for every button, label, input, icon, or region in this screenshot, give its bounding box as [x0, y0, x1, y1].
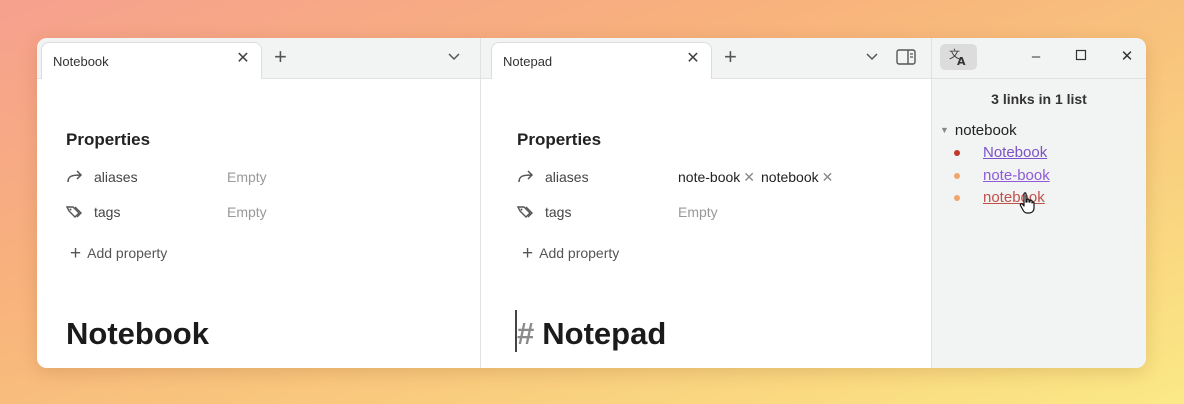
left-note-content: Properties aliases Empty tags Empty + Add… [37, 79, 480, 368]
properties-heading: Properties [66, 130, 151, 149]
plus-icon: + [70, 243, 82, 264]
links-count: 3 links in 1 list [991, 91, 1087, 107]
property-name: tags [94, 204, 121, 220]
property-name: tags [545, 204, 572, 220]
sidebar-top-bar: 文 A – ✕ [932, 38, 1146, 79]
close-icon[interactable]: ✕ [822, 169, 834, 185]
alias-chip-label: note-book [678, 169, 741, 185]
app-window: Notebook ✕ + Properties aliases Empty ta… [37, 38, 1146, 368]
add-property-label: Add property [539, 245, 620, 261]
bullet-dot [954, 150, 960, 156]
translate-icon: 文 A [949, 47, 966, 68]
close-icon[interactable]: ✕ [743, 169, 755, 185]
property-name: aliases [545, 169, 589, 185]
alias-chips: note-book ✕ notebook ✕ [678, 169, 839, 186]
svg-text:A: A [957, 55, 966, 68]
properties-heading: Properties [517, 130, 602, 149]
left-pane: Notebook ✕ + Properties aliases Empty ta… [37, 38, 480, 368]
right-note-content: Properties aliases note-book ✕ notebook ✕ t… [481, 79, 931, 368]
add-property-button[interactable]: + Add property [70, 242, 167, 264]
plus-icon[interactable]: + [274, 46, 287, 68]
chevron-down-icon[interactable] [865, 51, 879, 61]
property-row-tags[interactable]: tags Empty [517, 202, 917, 224]
link-note-book[interactable]: note-book [983, 167, 1050, 184]
right-tab-bar: Notepad ✕ + [481, 38, 931, 80]
caret-down-icon[interactable]: ▼ [940, 125, 949, 135]
hand-pointer-icon [1019, 192, 1035, 214]
tab-label: Notepad [503, 54, 553, 69]
alias-arrow-icon [67, 170, 83, 183]
tab-notepad[interactable]: Notepad ✕ [491, 42, 712, 80]
tags-icon [66, 206, 82, 218]
close-icon[interactable]: ✕ [235, 51, 251, 67]
bullet-dot [954, 195, 960, 201]
tags-icon [517, 206, 533, 218]
translate-button[interactable]: 文 A [940, 44, 977, 70]
note-title-text: Notepad [542, 316, 667, 351]
alias-chip[interactable]: notebook ✕ [761, 169, 833, 186]
right-pane: Notepad ✕ + Properties aliases note-book… [480, 38, 931, 368]
property-value[interactable]: Empty [678, 204, 718, 220]
link-group-header[interactable]: ▼ notebook [940, 122, 1017, 139]
bullet-dot [954, 173, 960, 179]
plus-icon[interactable]: + [724, 46, 737, 68]
add-property-button[interactable]: + Add property [522, 242, 619, 264]
link-notebook[interactable]: Notebook [983, 144, 1047, 161]
property-row-tags[interactable]: tags Empty [66, 202, 466, 224]
minimize-icon[interactable]: – [1028, 49, 1044, 65]
note-title[interactable]: # Notepad [517, 316, 666, 352]
heading-marker: # [517, 316, 535, 351]
left-tab-bar: Notebook ✕ + [37, 38, 480, 80]
maximize-icon[interactable] [1073, 49, 1089, 65]
tab-label: Notebook [53, 54, 109, 69]
alias-chip-label: notebook [761, 169, 819, 185]
plus-icon: + [522, 243, 534, 264]
alias-arrow-icon [518, 170, 534, 183]
link-group-label: notebook [954, 122, 1017, 139]
alias-chip[interactable]: note-book ✕ [678, 169, 755, 186]
property-value[interactable]: Empty [227, 169, 267, 185]
note-title[interactable]: Notebook [66, 316, 209, 352]
backlinks-sidebar: 文 A – ✕ 3 links in 1 list ▼ notebook Note… [931, 38, 1146, 368]
chevron-down-icon[interactable] [447, 51, 461, 61]
add-property-label: Add property [87, 245, 168, 261]
close-icon[interactable]: ✕ [685, 51, 701, 67]
window-close-icon[interactable]: ✕ [1119, 49, 1135, 65]
property-row-aliases[interactable]: aliases Empty [66, 167, 466, 189]
sidebar-toggle-icon[interactable] [896, 49, 916, 65]
property-row-aliases[interactable]: aliases note-book ✕ notebook ✕ [517, 167, 917, 189]
property-name: aliases [94, 169, 138, 185]
property-value[interactable]: Empty [227, 204, 267, 220]
tab-notebook[interactable]: Notebook ✕ [41, 42, 262, 80]
